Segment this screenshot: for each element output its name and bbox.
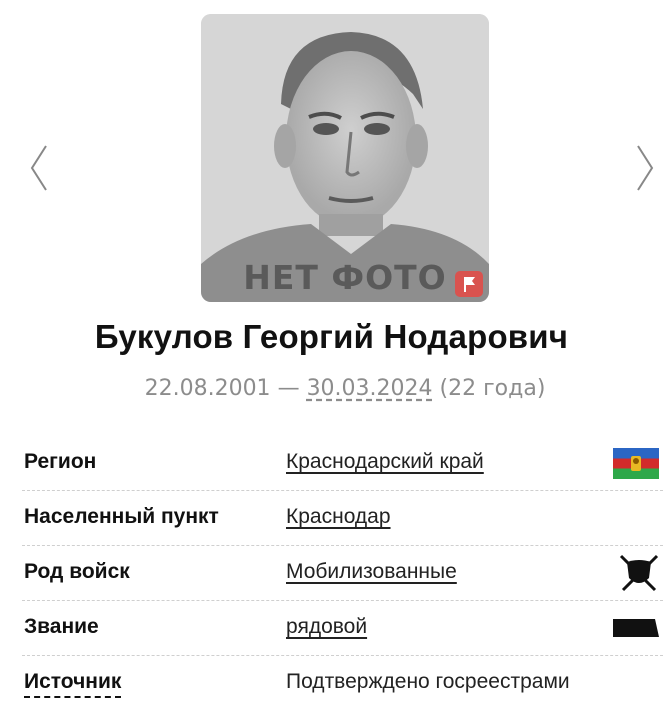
krasnodar-flag-icon bbox=[613, 448, 659, 479]
details-row-locality: Населенный пункт Краснодар bbox=[22, 491, 663, 546]
report-flag-icon[interactable] bbox=[455, 271, 483, 297]
birth-date: 22.08.2001 bbox=[144, 376, 271, 401]
age: (22 года) bbox=[439, 376, 546, 401]
rank-label: Звание bbox=[24, 615, 99, 638]
next-arrow-icon[interactable] bbox=[626, 140, 662, 196]
details-table: Регион Краснодарский край Населенный пун… bbox=[22, 436, 663, 710]
locality-label: Населенный пункт bbox=[24, 505, 219, 528]
previous-arrow-icon[interactable] bbox=[22, 140, 58, 196]
rank-stripe-icon bbox=[613, 619, 659, 637]
date-separator: — bbox=[277, 376, 300, 401]
source-label[interactable]: Источник bbox=[24, 670, 122, 698]
region-link[interactable]: Краснодарский край bbox=[286, 450, 484, 474]
life-dates: 22.08.2001 — 30.03.2024 (22 года) bbox=[0, 376, 663, 401]
shield-swords-icon bbox=[619, 554, 659, 592]
troops-link[interactable]: Мобилизованные bbox=[286, 560, 457, 584]
region-label: Регион bbox=[24, 450, 97, 473]
no-photo-label: НЕТ ФОТО bbox=[243, 258, 447, 297]
details-row-troops: Род войск Мобилизованные bbox=[22, 546, 663, 601]
details-row-region: Регион Краснодарский край bbox=[22, 436, 663, 491]
rank-link[interactable]: рядовой bbox=[286, 615, 367, 639]
details-row-rank: Звание рядовой bbox=[22, 601, 663, 656]
source-value: Подтверждено госреестрами bbox=[286, 670, 570, 693]
no-photo-placeholder: НЕТ ФОТО bbox=[201, 14, 489, 302]
person-name: Букулов Георгий Нодарович bbox=[94, 318, 569, 355]
death-date-link[interactable]: 30.03.2024 bbox=[307, 376, 433, 401]
troops-label: Род войск bbox=[24, 560, 130, 583]
locality-link[interactable]: Краснодар bbox=[286, 505, 391, 529]
details-row-source: Источник Подтверждено госреестрами bbox=[22, 656, 663, 710]
